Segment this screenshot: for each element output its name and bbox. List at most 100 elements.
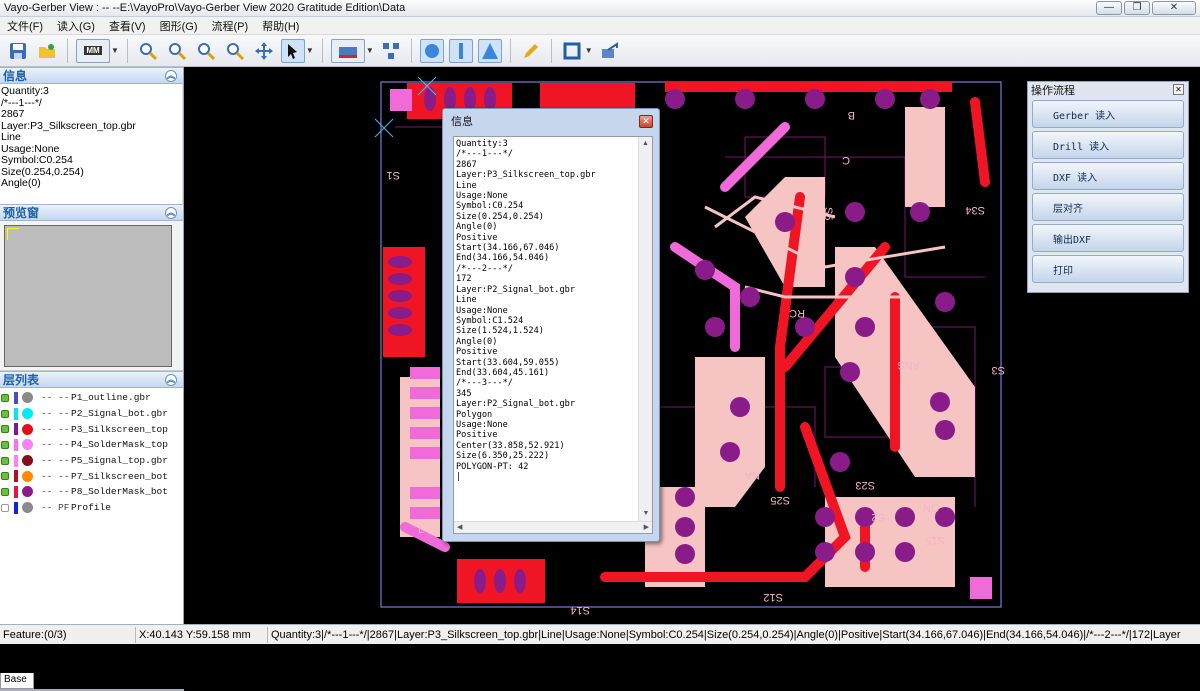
circle-view-button[interactable] bbox=[419, 38, 444, 63]
export-button[interactable] bbox=[598, 39, 622, 63]
menu-graphics[interactable]: 图形(G) bbox=[153, 18, 205, 34]
info-dialog-titlebar[interactable]: 信息 ✕ bbox=[443, 109, 659, 133]
measure-button[interactable] bbox=[379, 39, 403, 63]
scroll-down-icon[interactable]: ▼ bbox=[639, 507, 653, 521]
chevron-down-icon[interactable]: ▼ bbox=[306, 46, 314, 55]
pencil-button[interactable] bbox=[519, 39, 543, 63]
layer-color-bar[interactable] bbox=[14, 391, 18, 404]
layer-visibility-checkbox[interactable] bbox=[1, 409, 9, 418]
silkscreen-label: S34 bbox=[965, 204, 985, 216]
layer-row[interactable]: -- -- P7_Silkscreen_bot bbox=[0, 468, 183, 484]
layer-color-dot[interactable] bbox=[22, 423, 33, 435]
zoom-fit-button[interactable] bbox=[223, 39, 247, 63]
zoom-out-button[interactable] bbox=[165, 39, 189, 63]
layer-color-bar[interactable] bbox=[14, 470, 18, 483]
layer-color-dot[interactable] bbox=[22, 502, 33, 514]
layer-color-bar[interactable] bbox=[14, 438, 18, 451]
layer-panel-header[interactable]: 层列表 ︽ bbox=[0, 371, 183, 388]
info-panel-body: Quantity:3 /*---1---*/ 2867 Layer:P3_Sil… bbox=[0, 84, 183, 204]
scroll-up-icon[interactable]: ▲ bbox=[639, 137, 652, 151]
menu-help[interactable]: 帮助(H) bbox=[255, 18, 306, 34]
layer-color-bar[interactable] bbox=[14, 407, 18, 420]
zoom-window-button[interactable] bbox=[194, 39, 218, 63]
menu-import[interactable]: 读入(G) bbox=[50, 18, 102, 34]
info-panel-header[interactable]: 信息 ︽ bbox=[0, 67, 183, 84]
preview-window[interactable] bbox=[4, 225, 172, 367]
close-icon[interactable]: ✕ bbox=[1173, 84, 1184, 95]
layer-row[interactable]: -- -- P2_Signal_bot.gbr bbox=[0, 406, 183, 422]
layer-color-bar[interactable] bbox=[14, 423, 18, 436]
layer-color-dot[interactable] bbox=[22, 439, 33, 451]
layer-name: P4_SolderMask_top bbox=[71, 439, 168, 451]
gerber-import-button[interactable]: Gerber 读入 bbox=[1032, 100, 1184, 128]
info-dialog-textarea[interactable]: Quantity:3 /*---1---*/ 2867 Layer:P3_Sil… bbox=[453, 136, 653, 534]
scroll-right-icon[interactable]: ▶ bbox=[644, 522, 649, 533]
layer-align-button[interactable]: 层对齐 bbox=[1032, 193, 1184, 221]
drill-import-button[interactable]: Drill 读入 bbox=[1032, 131, 1184, 159]
restore-button[interactable]: ❐ bbox=[1124, 1, 1150, 15]
collapse-icon[interactable]: ︽ bbox=[165, 374, 177, 386]
silkscreen-label: NA bbox=[744, 469, 760, 481]
close-icon[interactable]: ✕ bbox=[639, 115, 653, 128]
tab-base[interactable]: Base bbox=[0, 673, 34, 689]
export-dxf-button[interactable]: 输出DXF bbox=[1032, 224, 1184, 252]
layer-visibility-checkbox[interactable] bbox=[1, 440, 9, 449]
chevron-down-icon[interactable]: ▼ bbox=[366, 46, 374, 55]
chevron-down-icon[interactable]: ▼ bbox=[111, 46, 119, 55]
layer-color-dot[interactable] bbox=[22, 486, 33, 498]
rectangle-button[interactable] bbox=[560, 39, 584, 63]
print-button[interactable]: 打印 bbox=[1032, 255, 1184, 283]
fill-view-button[interactable] bbox=[477, 38, 502, 63]
layer-row[interactable]: -- PF Profile bbox=[0, 500, 183, 516]
vertical-scrollbar[interactable]: ▲ ▼ bbox=[638, 137, 652, 521]
layer-color-dot[interactable] bbox=[22, 455, 33, 467]
layer-color-dot[interactable] bbox=[22, 392, 33, 404]
close-button[interactable]: ✕ bbox=[1152, 1, 1196, 15]
preview-panel-header[interactable]: 预览窗 ︽ bbox=[0, 204, 183, 221]
select-tool-button[interactable] bbox=[280, 38, 305, 63]
horizontal-scrollbar[interactable]: ◀ ▶ bbox=[454, 521, 652, 533]
layer-row[interactable]: -- -- P8_SolderMask_bot bbox=[0, 484, 183, 500]
silkscreen-label: S23 bbox=[855, 479, 875, 491]
workflow-titlebar[interactable]: 操作流程 ✕ bbox=[1028, 82, 1188, 97]
collapse-icon[interactable]: ︽ bbox=[165, 70, 177, 82]
info-line: Size(0.254,0.254) bbox=[1, 166, 84, 178]
layer-row[interactable]: -- -- P5_Signal_top.gbr bbox=[0, 453, 183, 469]
layer-visibility-checkbox[interactable] bbox=[1, 487, 9, 496]
units-selector[interactable]: MM bbox=[76, 38, 110, 63]
layer-color-dot[interactable] bbox=[22, 470, 33, 482]
menu-file[interactable]: 文件(F) bbox=[0, 18, 50, 34]
save-button[interactable] bbox=[6, 39, 30, 63]
layer-color-dot[interactable] bbox=[22, 408, 33, 420]
pan-button[interactable] bbox=[252, 39, 276, 63]
layer-row[interactable]: -- -- P1_outline.gbr bbox=[0, 390, 183, 406]
layer-row[interactable]: -- -- P4_SolderMask_top bbox=[0, 437, 183, 453]
layer-visibility-checkbox[interactable] bbox=[1, 456, 9, 465]
layer-visibility-checkbox[interactable] bbox=[1, 393, 9, 402]
silkscreen-label: S15 bbox=[925, 534, 945, 546]
silkscreen-label: RC bbox=[789, 307, 805, 319]
layer-color-button[interactable] bbox=[330, 38, 365, 63]
open-button[interactable] bbox=[35, 39, 59, 63]
layer-visibility-checkbox[interactable] bbox=[1, 472, 9, 481]
layer-color-bar[interactable] bbox=[14, 485, 18, 498]
menu-process[interactable]: 流程(P) bbox=[205, 18, 256, 34]
line-view-button[interactable] bbox=[448, 38, 473, 63]
dxf-import-button[interactable]: DXF 读入 bbox=[1032, 162, 1184, 190]
layer-color-bar[interactable] bbox=[14, 501, 18, 514]
zoom-in-button[interactable] bbox=[136, 39, 160, 63]
collapse-icon[interactable]: ︽ bbox=[165, 207, 177, 219]
layer-row[interactable]: -- -- P3_Silkscreen_top bbox=[0, 421, 183, 437]
menu-view[interactable]: 查看(V) bbox=[102, 18, 153, 34]
info-dialog-text: Quantity:3 /*---1---*/ 2867 Layer:P3_Sil… bbox=[456, 139, 596, 482]
chevron-down-icon[interactable]: ▼ bbox=[585, 46, 593, 55]
layer-visibility-checkbox[interactable] bbox=[1, 425, 9, 434]
export-icon bbox=[601, 41, 618, 58]
zoom-out-icon bbox=[168, 42, 186, 60]
layer-color-bar[interactable] bbox=[14, 454, 18, 467]
toolbar: MM ▼ ▼ ▼ ▼ bbox=[0, 35, 1200, 67]
minimize-button[interactable]: — bbox=[1096, 1, 1122, 15]
silkscreen-label: S14 bbox=[570, 604, 590, 616]
layer-visibility-checkbox[interactable] bbox=[1, 503, 9, 512]
scroll-left-icon[interactable]: ◀ bbox=[457, 522, 462, 533]
